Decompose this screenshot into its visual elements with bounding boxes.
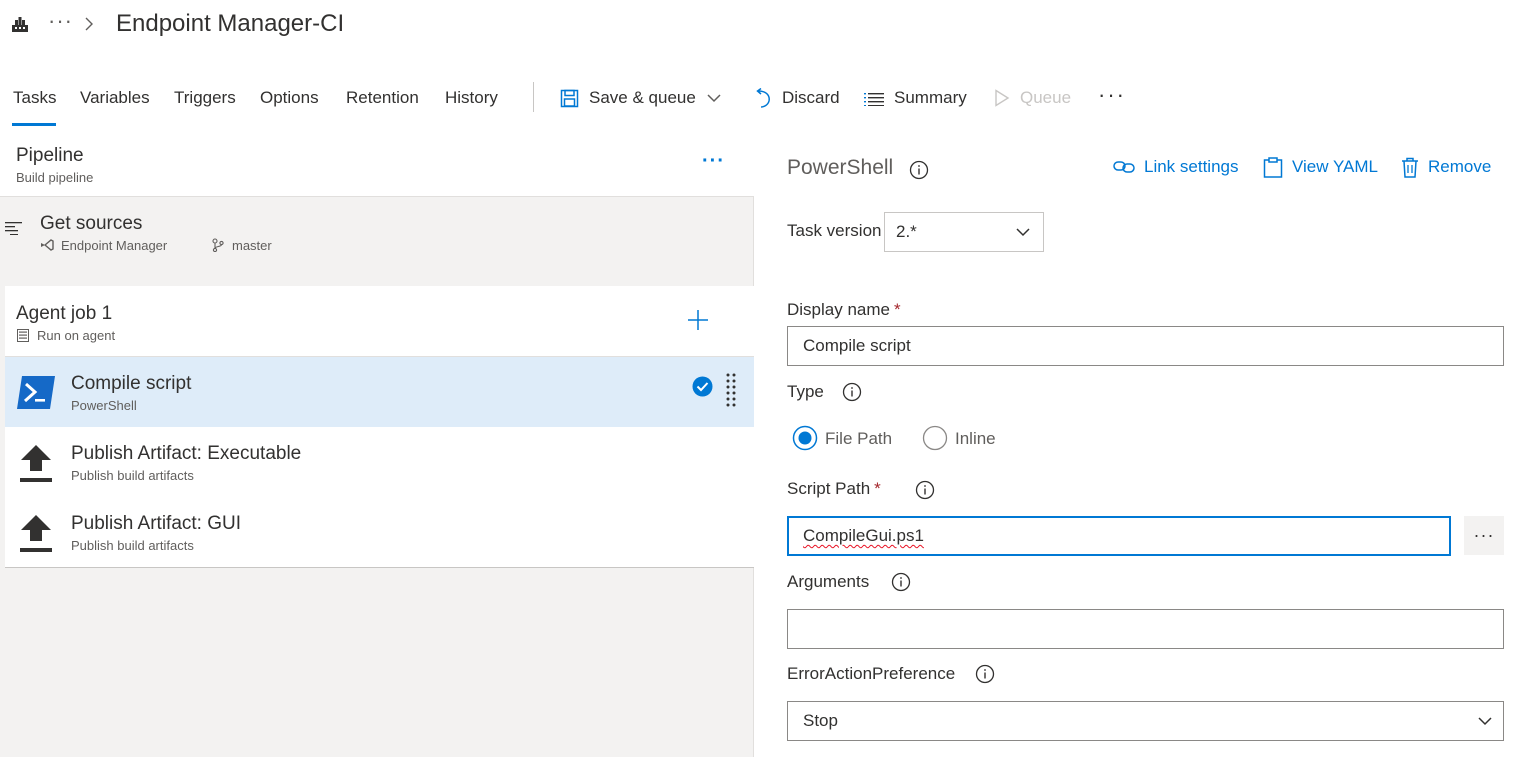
toolbar-more-button[interactable]: ··· — [1098, 82, 1126, 108]
play-icon — [994, 89, 1010, 107]
upload-icon — [19, 513, 53, 553]
info-icon[interactable] — [975, 664, 995, 684]
info-icon[interactable] — [915, 480, 935, 500]
save-and-queue-button[interactable]: Save & queue — [560, 86, 722, 110]
radio-file-path-label[interactable]: File Path — [825, 429, 892, 449]
get-sources-title: Get sources — [40, 213, 143, 234]
link-settings-button[interactable]: Link settings — [1113, 155, 1239, 179]
radio-inline[interactable] — [922, 425, 948, 451]
trash-icon — [1401, 157, 1419, 178]
clipboard-icon — [1263, 156, 1283, 178]
summary-label: Summary — [894, 88, 967, 107]
repository-name: Endpoint Manager — [61, 238, 168, 253]
task-subtitle: PowerShell — [71, 398, 137, 413]
task-version-value: 2.* — [896, 222, 917, 241]
chevron-right-icon — [84, 16, 94, 32]
required-marker: * — [874, 479, 881, 498]
agent-job-header[interactable] — [5, 286, 754, 357]
task-version-label: Task version — [787, 221, 882, 240]
display-name-input[interactable]: Compile script — [787, 326, 1504, 366]
arguments-label: Arguments — [787, 572, 870, 591]
pipeline-more-button[interactable]: ··· — [702, 150, 725, 173]
view-yaml-label: View YAML — [1292, 157, 1378, 176]
browse-button[interactable]: ··· — [1464, 516, 1504, 555]
visual-studio-repo-icon — [40, 239, 54, 251]
task-subtitle: Publish build artifacts — [71, 468, 194, 483]
tab-variables[interactable]: Variables — [80, 88, 150, 108]
upload-icon — [19, 443, 53, 483]
pipeline-title: Pipeline — [16, 145, 84, 166]
pipeline-subtitle: Build pipeline — [16, 170, 94, 185]
branch-icon — [212, 238, 224, 252]
arguments-input[interactable] — [787, 609, 1504, 649]
tab-tasks[interactable]: Tasks — [13, 88, 56, 108]
chevron-down-icon — [1477, 716, 1493, 726]
toolbar-divider — [533, 82, 534, 112]
discard-button[interactable]: Discard — [753, 86, 840, 110]
add-task-button[interactable] — [687, 309, 709, 331]
radio-inline-label[interactable]: Inline — [955, 429, 996, 449]
queue-label: Queue — [1020, 88, 1072, 107]
save-icon — [560, 89, 579, 108]
type-label: Type — [787, 382, 824, 401]
active-tab-indicator — [12, 123, 56, 126]
info-icon[interactable] — [909, 160, 929, 180]
get-sources-icon — [5, 221, 23, 235]
build-pipeline-icon[interactable] — [10, 14, 30, 34]
discard-label: Discard — [782, 88, 840, 107]
info-icon[interactable] — [891, 572, 911, 592]
task-title: Publish Artifact: Executable — [71, 443, 302, 464]
error-action-dropdown[interactable]: Stop — [787, 701, 1504, 741]
script-path-input[interactable]: CompileGui.ps1 — [787, 516, 1451, 556]
task-version-dropdown[interactable]: 2.* — [884, 212, 1044, 252]
link-icon — [1113, 160, 1135, 174]
undo-icon — [753, 88, 772, 108]
required-marker: * — [894, 300, 901, 319]
task-title: Publish Artifact: GUI — [71, 513, 242, 534]
page-title: Endpoint Manager-CI — [116, 10, 345, 37]
pipeline-card[interactable] — [0, 127, 754, 197]
task-subtitle: Publish build artifacts — [71, 538, 194, 553]
display-name-label: Display name * — [787, 300, 901, 319]
agent-job-title: Agent job 1 — [16, 303, 113, 324]
link-settings-label: Link settings — [1144, 157, 1239, 176]
chevron-down-icon — [706, 93, 722, 103]
error-action-value: Stop — [803, 711, 838, 730]
list-icon — [864, 90, 884, 106]
radio-file-path[interactable] — [792, 425, 818, 451]
drag-handle-icon[interactable] — [725, 372, 737, 409]
branch-name: master — [232, 238, 272, 253]
tab-options[interactable]: Options — [260, 88, 319, 108]
view-yaml-button[interactable]: View YAML — [1263, 155, 1378, 179]
tab-retention[interactable]: Retention — [346, 88, 419, 108]
remove-label: Remove — [1428, 157, 1492, 176]
chevron-down-icon — [1015, 227, 1031, 237]
queue-button[interactable]: Queue — [994, 86, 1071, 110]
breadcrumb-more-button[interactable]: ··· — [48, 8, 73, 34]
save-and-queue-label: Save & queue — [589, 88, 696, 107]
agent-job-subtitle: Run on agent — [37, 328, 116, 343]
remove-button[interactable]: Remove — [1401, 155, 1491, 179]
checkmark-circle-icon — [692, 376, 713, 397]
task-detail-title: PowerShell — [787, 156, 894, 179]
info-icon[interactable] — [842, 382, 862, 402]
script-path-value: CompileGui.ps1 — [803, 526, 924, 545]
server-icon — [17, 329, 29, 342]
summary-button[interactable]: Summary — [864, 86, 967, 110]
error-action-label: ErrorActionPreference — [787, 664, 956, 683]
tab-history[interactable]: History — [445, 88, 498, 108]
powershell-icon — [16, 375, 56, 410]
display-name-value: Compile script — [803, 336, 911, 355]
tab-triggers[interactable]: Triggers — [174, 88, 236, 108]
script-path-label: Script Path * — [787, 479, 881, 498]
task-title: Compile script — [71, 373, 192, 394]
